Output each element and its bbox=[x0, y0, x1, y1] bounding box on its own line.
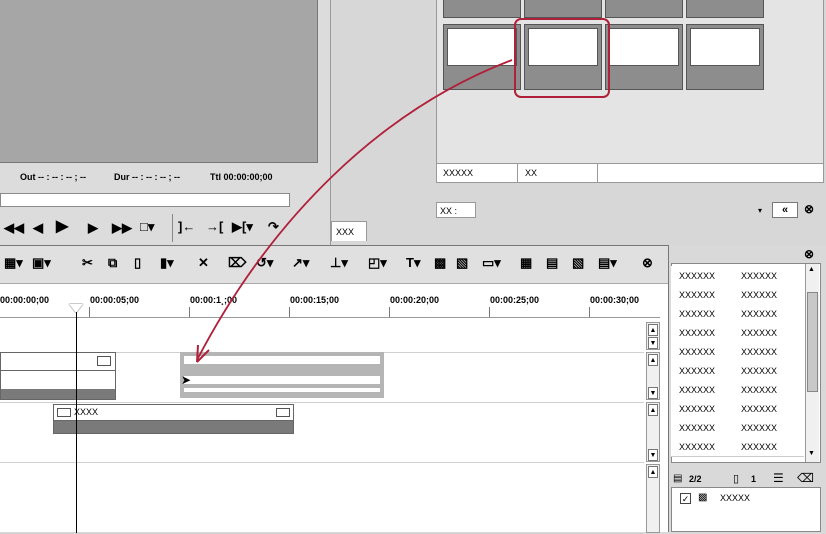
drag-arrow bbox=[196, 59, 513, 363]
